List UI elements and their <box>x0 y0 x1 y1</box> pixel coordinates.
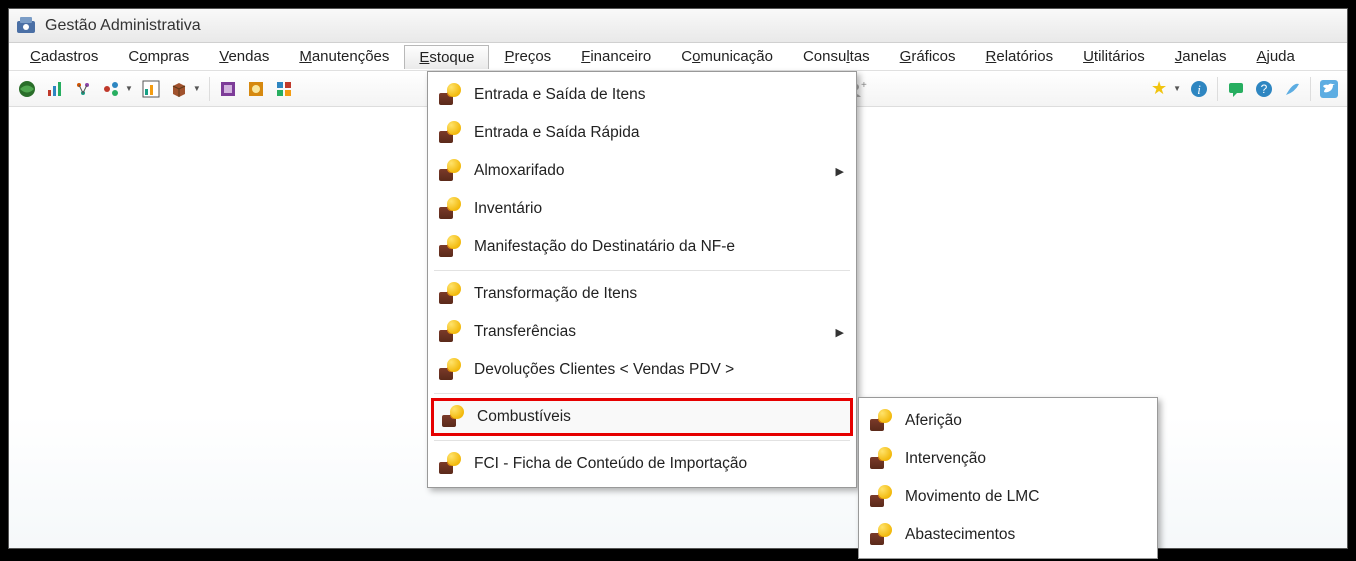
menu-graficos[interactable]: Gráficos <box>885 44 971 69</box>
menuitem-fci[interactable]: FCI - Ficha de Conteúdo de Importação <box>428 445 856 483</box>
menuitem-label: Almoxarifado <box>474 162 564 180</box>
help-icon[interactable]: ? <box>1252 77 1276 101</box>
menuitem-label: Transformação de Itens <box>474 285 637 303</box>
combustiveis-submenu: Aferição Intervenção Movimento de LMC Ab… <box>858 397 1158 559</box>
grid-icon[interactable] <box>272 77 296 101</box>
box-icon <box>436 281 462 307</box>
submenuitem-movimento-lmc[interactable]: Movimento de LMC <box>859 478 1157 516</box>
chart-box-icon[interactable] <box>139 77 163 101</box>
svg-text:i: i <box>1197 82 1201 97</box>
menuitem-entrada-saida-itens[interactable]: Entrada e Saída de Itens <box>428 76 856 114</box>
dropdown-arrow-icon[interactable]: ▼ <box>1173 84 1181 93</box>
menuitem-label: Entrada e Saída de Itens <box>474 86 645 104</box>
nodes-icon[interactable] <box>99 77 123 101</box>
box-3d-icon[interactable] <box>167 77 191 101</box>
menu-manutencoes[interactable]: Manutenções <box>284 44 404 69</box>
submenuitem-afericao[interactable]: Aferição <box>859 402 1157 440</box>
box-icon <box>867 446 893 472</box>
menuitem-manifestacao-nfe[interactable]: Manifestação do Destinatário da NF-e <box>428 228 856 266</box>
menuitem-label: Entrada e Saída Rápida <box>474 124 639 142</box>
menu-janelas[interactable]: Janelas <box>1160 44 1242 69</box>
box-icon <box>436 451 462 477</box>
menuitem-inventario[interactable]: Inventário <box>428 190 856 228</box>
menuitem-label: Movimento de LMC <box>905 488 1039 506</box>
title-bar: Gestão Administrativa <box>9 9 1347 43</box>
app-window: Gestão Administrativa Cadastros Compras … <box>8 8 1348 549</box>
menuitem-transferencias[interactable]: Transferências ▶ <box>428 313 856 351</box>
submenu-arrow-icon: ▶ <box>836 326 844 339</box>
menuitem-label: Manifestação do Destinatário da NF-e <box>474 238 735 256</box>
submenu-arrow-icon: ▶ <box>836 165 844 178</box>
orange-square-icon[interactable] <box>244 77 268 101</box>
menu-vendas[interactable]: Vendas <box>204 44 284 69</box>
box-icon <box>439 404 465 430</box>
menu-cadastros[interactable]: Cadastros <box>15 44 113 69</box>
menuitem-label: Intervenção <box>905 450 986 468</box>
menuitem-label: Abastecimentos <box>905 526 1015 544</box>
menu-estoque[interactable]: Estoque <box>404 45 489 69</box>
menuitem-label: Devoluções Clientes < Vendas PDV > <box>474 361 734 379</box>
separator <box>209 77 210 101</box>
box-icon <box>436 357 462 383</box>
globe-icon[interactable] <box>15 77 39 101</box>
menuitem-entrada-saida-rapida[interactable]: Entrada e Saída Rápida <box>428 114 856 152</box>
menu-financeiro[interactable]: Financeiro <box>566 44 666 69</box>
box-icon <box>867 522 893 548</box>
submenuitem-intervencao[interactable]: Intervenção <box>859 440 1157 478</box>
estoque-dropdown: Entrada e Saída de Itens Entrada e Saída… <box>427 71 857 488</box>
feather-icon[interactable] <box>1280 77 1304 101</box>
menu-relatorios[interactable]: Relatórios <box>971 44 1069 69</box>
menuitem-label: FCI - Ficha de Conteúdo de Importação <box>474 455 747 473</box>
window-title: Gestão Administrativa <box>45 17 201 35</box>
menuitem-devolucoes-pdv[interactable]: Devoluções Clientes < Vendas PDV > <box>428 351 856 389</box>
menuitem-combustiveis[interactable]: Combustíveis <box>431 398 853 436</box>
menu-consultas[interactable]: Consultas <box>788 44 885 69</box>
dropdown-arrow-icon[interactable]: ▼ <box>193 84 201 93</box>
menu-utilitarios[interactable]: Utilitários <box>1068 44 1160 69</box>
box-icon <box>867 484 893 510</box>
submenuitem-abastecimentos[interactable]: Abastecimentos <box>859 516 1157 554</box>
purple-square-icon[interactable] <box>216 77 240 101</box>
separator <box>1310 77 1311 101</box>
menu-separator <box>434 393 850 394</box>
app-icon <box>15 15 37 37</box>
menuitem-transformacao-itens[interactable]: Transformação de Itens <box>428 275 856 313</box>
box-icon <box>436 319 462 345</box>
chat-icon[interactable] <box>1224 77 1248 101</box>
menu-ajuda[interactable]: Ajuda <box>1241 44 1309 69</box>
menu-bar: Cadastros Compras Vendas Manutenções Est… <box>9 43 1347 71</box>
info-icon[interactable]: i <box>1187 77 1211 101</box>
bars-icon[interactable] <box>43 77 67 101</box>
menu-precos[interactable]: Preços <box>489 44 566 69</box>
box-icon <box>436 120 462 146</box>
star-icon[interactable]: ★ <box>1147 77 1171 101</box>
dropdown-arrow-icon[interactable]: ▼ <box>125 84 133 93</box>
menu-compras[interactable]: Compras <box>113 44 204 69</box>
svg-text:+: + <box>861 80 867 91</box>
box-icon <box>436 234 462 260</box>
menuitem-label: Combustíveis <box>477 408 571 426</box>
box-icon <box>436 82 462 108</box>
box-icon <box>867 408 893 434</box>
menu-separator <box>434 270 850 271</box>
box-icon <box>436 196 462 222</box>
menuitem-label: Aferição <box>905 412 962 430</box>
menu-separator <box>434 440 850 441</box>
twitter-icon[interactable] <box>1317 77 1341 101</box>
menu-comunicacao[interactable]: Comunicação <box>666 44 788 69</box>
separator <box>1217 77 1218 101</box>
tree-icon[interactable] <box>71 77 95 101</box>
svg-text:?: ? <box>1261 82 1268 96</box>
menuitem-almoxarifado[interactable]: Almoxarifado ▶ <box>428 152 856 190</box>
box-icon <box>436 158 462 184</box>
menuitem-label: Transferências <box>474 323 576 341</box>
menuitem-label: Inventário <box>474 200 542 218</box>
